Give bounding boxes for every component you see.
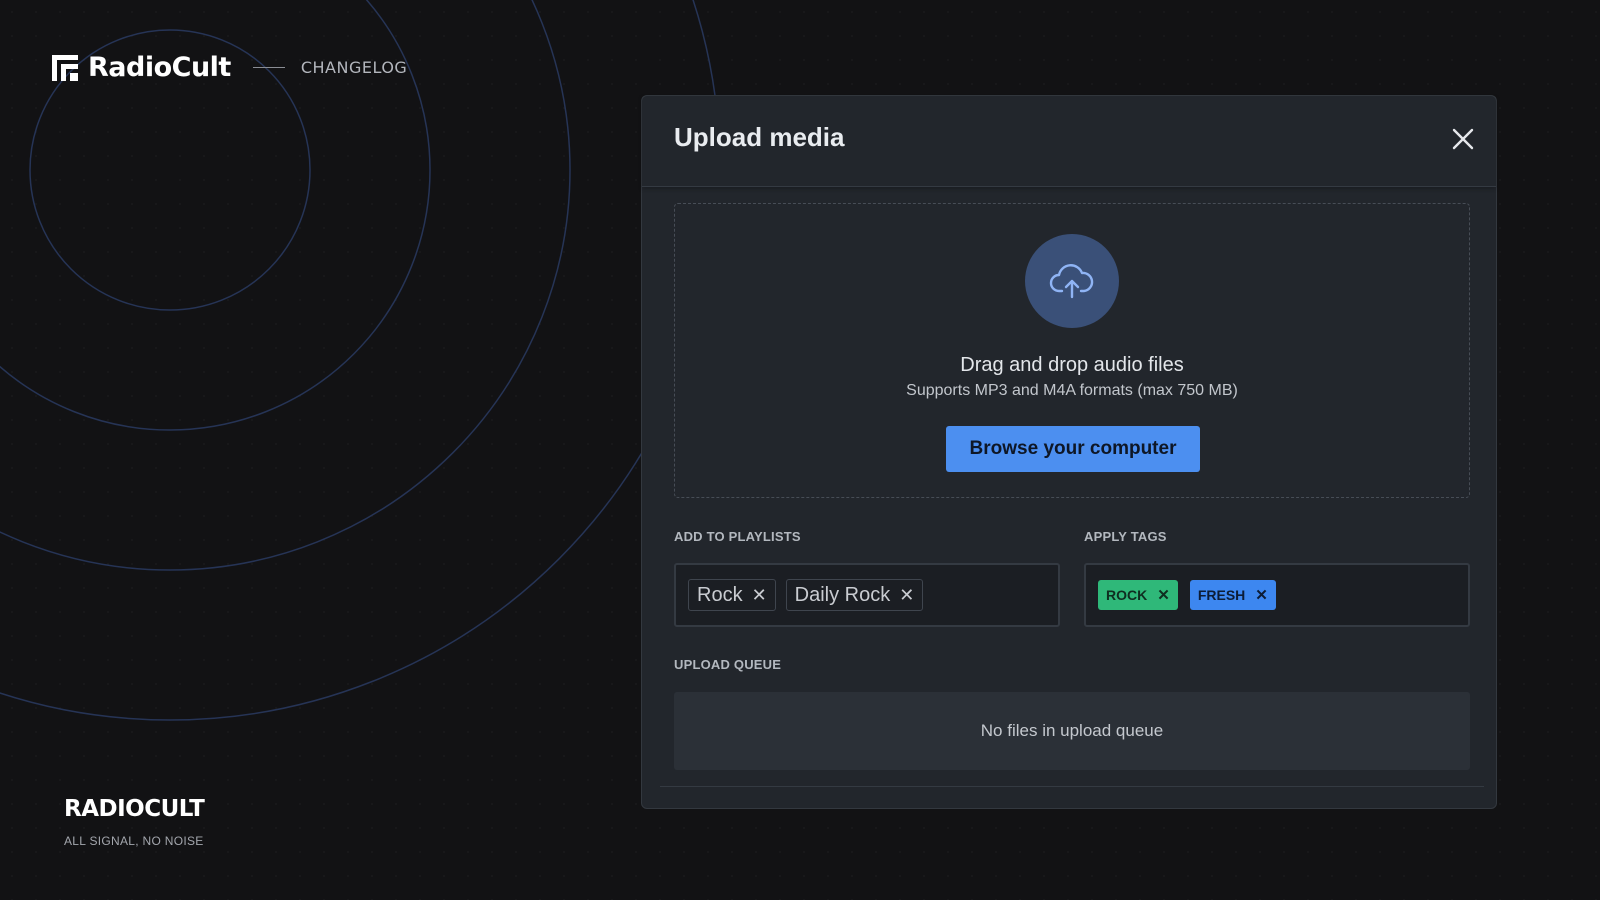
upload-queue-label: UPLOAD QUEUE: [674, 657, 782, 672]
remove-playlist-daily-rock-icon[interactable]: ✕: [899, 585, 914, 606]
playlists-label: ADD TO PLAYLISTS: [674, 529, 801, 544]
tags-field[interactable]: ROCK ✕ FRESH ✕: [1084, 563, 1470, 627]
brand-divider: [252, 67, 285, 68]
cloud-upload-icon: [1049, 264, 1094, 299]
footer-brand: RADIOCULT ALL SIGNAL, NO NOISE: [64, 796, 205, 848]
tag-chip-rock: ROCK ✕: [1098, 580, 1178, 610]
modal-title: Upload media: [674, 122, 845, 152]
upload-queue-empty: No files in upload queue: [674, 692, 1470, 770]
changelog-link[interactable]: CHANGELOG: [301, 58, 407, 77]
close-button[interactable]: [1448, 124, 1478, 154]
brand-name: RadioCult: [88, 52, 231, 83]
brand-logo[interactable]: RadioCult: [52, 52, 231, 83]
radiocult-logo-icon: [52, 54, 78, 81]
footer-tagline: ALL SIGNAL, NO NOISE: [64, 834, 204, 848]
playlists-field[interactable]: Rock ✕ Daily Rock ✕: [674, 563, 1060, 627]
playlist-chip-label: Rock: [697, 583, 743, 606]
tag-chip-label: FRESH: [1197, 587, 1246, 603]
browse-computer-button[interactable]: Browse your computer: [946, 426, 1200, 472]
tag-chip-fresh: FRESH ✕: [1189, 580, 1276, 610]
brand-header: RadioCult CHANGELOG: [52, 52, 407, 83]
remove-tag-fresh-icon[interactable]: ✕: [1255, 586, 1268, 604]
modal-footer-divider: [660, 786, 1484, 787]
close-icon: [1452, 128, 1474, 150]
dropzone-subtitle: Supports MP3 and M4A formats (max 750 MB…: [906, 382, 1238, 399]
tag-chip-label: ROCK: [1106, 587, 1148, 603]
upload-media-modal: Upload media Drag and drop audio files S…: [641, 95, 1497, 809]
footer-brand-name: RADIOCULT: [64, 796, 205, 822]
file-dropzone[interactable]: Drag and drop audio files Supports MP3 a…: [674, 203, 1470, 498]
modal-header: Upload media: [642, 96, 1496, 187]
playlist-chip-daily-rock: Daily Rock ✕: [785, 579, 924, 611]
playlist-chip-label: Daily Rock: [794, 583, 891, 606]
tags-label: APPLY TAGS: [1084, 529, 1167, 544]
playlist-chip-rock: Rock ✕: [688, 579, 776, 611]
upload-icon-circle: [1025, 234, 1119, 328]
remove-playlist-rock-icon[interactable]: ✕: [752, 585, 767, 606]
dropzone-title: Drag and drop audio files: [960, 354, 1184, 376]
remove-tag-rock-icon[interactable]: ✕: [1157, 586, 1170, 604]
